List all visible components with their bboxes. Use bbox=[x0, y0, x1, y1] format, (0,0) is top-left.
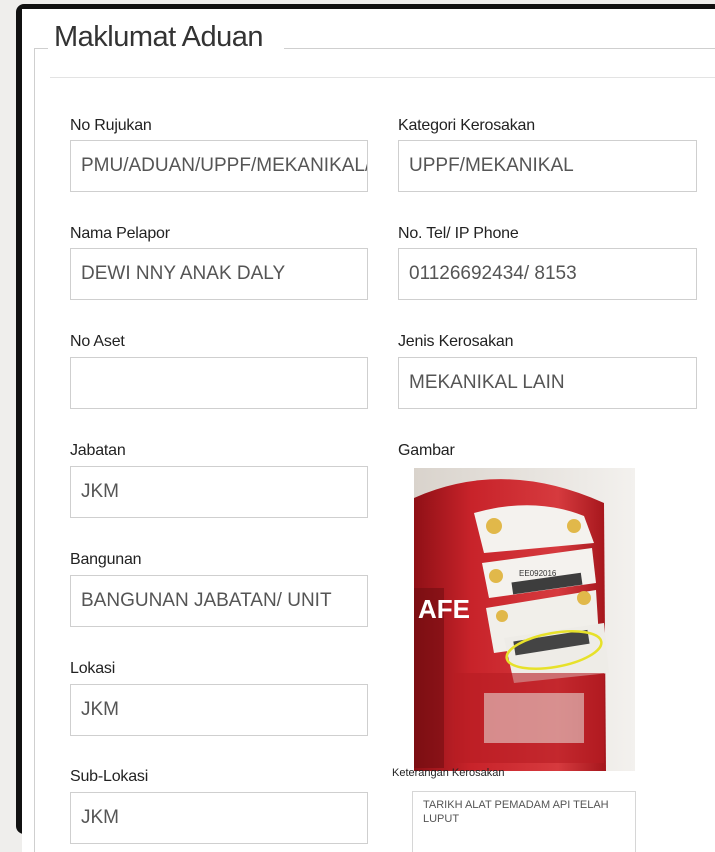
sub-lokasi-label: Sub-Lokasi bbox=[70, 768, 149, 785]
nama-pelapor-field[interactable]: DEWI NNY ANAK DALY bbox=[70, 248, 368, 300]
extinguisher-brand-text: AFE bbox=[418, 594, 470, 624]
jabatan-label: Jabatan bbox=[70, 442, 126, 459]
fire-extinguisher-image: AFE EE092016 bbox=[414, 468, 635, 771]
bangunan-field[interactable]: BANGUNAN JABATAN/ UNIT bbox=[70, 575, 368, 627]
complaint-photo[interactable]: AFE EE092016 bbox=[414, 468, 635, 771]
fieldset-border bbox=[34, 48, 35, 852]
kategori-kerosakan-label: Kategori Kerosakan bbox=[398, 117, 535, 134]
divider bbox=[50, 77, 715, 78]
no-tel-field[interactable]: 01126692434/ 8153 bbox=[398, 248, 697, 300]
no-tel-label: No. Tel/ IP Phone bbox=[398, 225, 519, 242]
section-title: Maklumat Aduan bbox=[54, 21, 264, 53]
no-rujukan-field[interactable]: PMU/ADUAN/UPPF/MEKANIKAL/10 bbox=[70, 140, 368, 192]
serial-text: EE092016 bbox=[519, 569, 557, 578]
keterangan-kerosakan-textarea[interactable]: TARIKH ALAT PEMADAM API TELAH LUPUT bbox=[412, 791, 636, 852]
no-rujukan-label: No Rujukan bbox=[70, 117, 152, 134]
kategori-kerosakan-field[interactable]: UPPF/MEKANIKAL bbox=[398, 140, 697, 192]
no-aset-field[interactable] bbox=[70, 357, 368, 409]
jenis-kerosakan-label: Jenis Kerosakan bbox=[398, 333, 514, 350]
no-aset-label: No Aset bbox=[70, 333, 125, 350]
complaint-details-panel: Maklumat Aduan No Rujukan PMU/ADUAN/UPPF… bbox=[22, 9, 715, 852]
bangunan-label: Bangunan bbox=[70, 551, 142, 568]
lokasi-field[interactable]: JKM bbox=[70, 684, 368, 736]
gambar-label: Gambar bbox=[398, 442, 455, 459]
fieldset-border bbox=[284, 48, 715, 49]
nama-pelapor-label: Nama Pelapor bbox=[70, 225, 170, 242]
fieldset-border bbox=[34, 48, 48, 49]
jenis-kerosakan-field[interactable]: MEKANIKAL LAIN bbox=[398, 357, 697, 409]
sub-lokasi-field[interactable]: JKM bbox=[70, 792, 368, 844]
lokasi-label: Lokasi bbox=[70, 660, 116, 677]
keterangan-kerosakan-label: Keterangan Kerosakan bbox=[392, 767, 505, 779]
jabatan-field[interactable]: JKM bbox=[70, 466, 368, 518]
